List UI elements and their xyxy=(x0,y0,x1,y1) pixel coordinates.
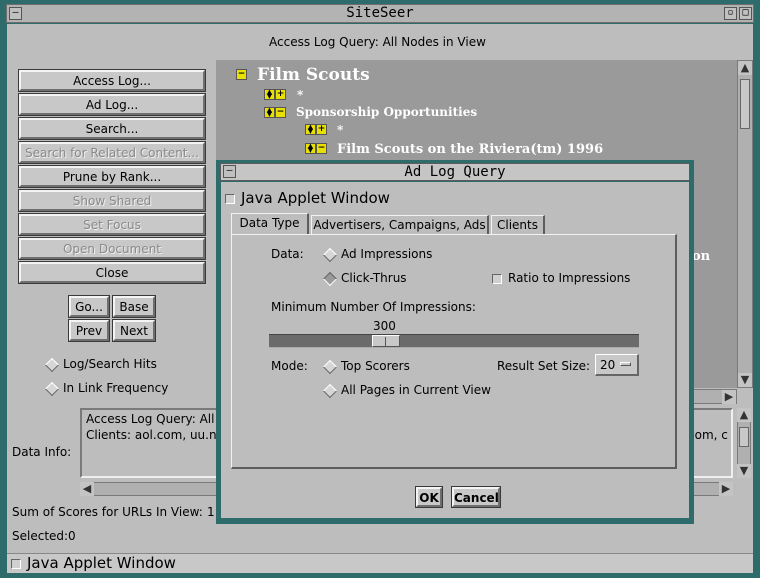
sort-arrows-icon[interactable]: ▲ ▼ xyxy=(264,107,275,118)
open-document-button[interactable]: Open Document xyxy=(18,237,206,260)
search-related-content-button[interactable]: Search for Related Content... xyxy=(18,141,206,164)
tree-node-sponsorship[interactable]: Sponsorship Opportunities xyxy=(296,105,477,119)
prev-button[interactable]: Prev xyxy=(68,319,110,342)
maximize-button[interactable]: □ xyxy=(739,7,752,20)
next-button[interactable]: Next xyxy=(112,319,156,342)
dialog-body: Java Applet Window Data Type Advertisers… xyxy=(221,182,689,518)
dialog-menu-button[interactable]: – xyxy=(223,165,236,178)
in-link-frequency-radio[interactable]: In Link Frequency xyxy=(44,381,168,396)
radio-diamond-selected-icon xyxy=(322,271,338,286)
slider-value: 300 xyxy=(373,319,396,333)
min-impressions-label: Minimum Number Of Impressions: xyxy=(271,300,476,314)
scroll-down-icon[interactable]: ▼ xyxy=(738,373,752,387)
go-button[interactable]: Go... xyxy=(68,295,110,318)
selected-label: Selected: xyxy=(12,529,69,543)
radio-diamond-icon xyxy=(44,381,60,396)
result-set-size-label: Result Set Size: xyxy=(497,359,591,373)
collapse-icon[interactable]: − xyxy=(316,143,327,154)
all-pages-radio[interactable]: All Pages in Current View xyxy=(322,383,491,398)
ad-log-query-dialog: – Ad Log Query Java Applet Window Data T… xyxy=(216,160,694,524)
cancel-button[interactable]: Cancel xyxy=(451,486,501,508)
sum-scores-label: Sum of Scores for URLs In View: xyxy=(12,505,203,519)
page-title: Access Log Query: All Nodes in View xyxy=(269,35,486,49)
top-scorers-radio[interactable]: Top Scorers xyxy=(322,359,410,374)
collapse-icon[interactable]: − xyxy=(236,69,247,80)
radio-diamond-icon xyxy=(44,357,60,372)
sort-arrows-icon[interactable]: ▲ ▼ xyxy=(305,124,316,135)
close-button[interactable]: Close xyxy=(18,261,206,284)
radio-diamond-icon xyxy=(322,359,338,374)
base-button[interactable]: Base xyxy=(112,295,156,318)
show-shared-button[interactable]: Show Shared xyxy=(18,189,206,212)
tab-advertisers[interactable]: Advertisers, Campaigns, Ads xyxy=(311,215,489,236)
scroll-thumb[interactable] xyxy=(739,427,749,447)
sum-scores-value: 1 xyxy=(207,505,215,519)
scroll-right-icon[interactable]: ▶ xyxy=(722,390,736,404)
set-focus-button[interactable]: Set Focus xyxy=(18,213,206,236)
tree-root-node[interactable]: Film Scouts xyxy=(257,65,370,85)
expand-icon[interactable]: + xyxy=(275,89,286,100)
applet-indicator-icon xyxy=(11,558,21,569)
result-set-size-value: 20 xyxy=(600,358,616,372)
ratio-to-impressions-checkbox[interactable]: Ratio to Impressions xyxy=(492,271,630,285)
scroll-thumb[interactable] xyxy=(740,79,750,129)
scroll-up-icon[interactable]: ▲ xyxy=(737,408,751,422)
click-thrus-radio[interactable]: Click-Thrus xyxy=(322,271,407,286)
scroll-left-icon[interactable]: ◀ xyxy=(80,482,94,496)
search-button[interactable]: Search... xyxy=(18,117,206,140)
scroll-right-icon[interactable]: ▶ xyxy=(719,482,733,496)
data-info-line2: Clients: aol.com, uu.ne xyxy=(86,428,224,442)
tree-node-star[interactable]: * xyxy=(337,123,343,137)
prune-by-rank-button[interactable]: Prune by Rank... xyxy=(18,165,206,188)
selected-value: 0 xyxy=(68,529,76,543)
applet-window-label: Java Applet Window xyxy=(225,189,390,207)
tree-node-riviera[interactable]: Film Scouts on the Riviera(tm) 1996 xyxy=(337,142,603,157)
data-info-line1: Access Log Query: All xyxy=(86,412,215,426)
sort-arrows-icon[interactable]: ▲ ▼ xyxy=(305,143,316,154)
window-title: SiteSeer xyxy=(346,5,414,21)
status-bar: Java Applet Window xyxy=(7,553,753,573)
sort-arrows-icon[interactable]: ▲ ▼ xyxy=(264,89,275,100)
tree-node-star[interactable]: * xyxy=(297,88,303,102)
tab-clients[interactable]: Clients xyxy=(491,215,545,236)
checkbox-icon xyxy=(492,273,502,284)
data-info-label: Data Info: xyxy=(12,445,72,459)
collapse-icon[interactable]: − xyxy=(275,107,286,118)
expand-icon[interactable]: + xyxy=(316,124,327,135)
minimize-button[interactable]: ▫ xyxy=(724,7,737,20)
tree-vertical-scrollbar[interactable]: ▲ ▼ xyxy=(737,60,753,388)
dialog-title: Ad Log Query xyxy=(404,164,506,180)
mode-label: Mode: xyxy=(271,359,308,373)
dialog-titlebar[interactable]: – Ad Log Query xyxy=(220,163,690,181)
radio-diamond-icon xyxy=(322,247,338,262)
window-menu-button[interactable]: – xyxy=(9,7,22,20)
tab-bar: Data Type Advertisers, Campaigns, Ads Cl… xyxy=(231,213,677,236)
ok-button[interactable]: OK xyxy=(415,486,443,508)
data-type-pane: Data: Ad Impressions Click-Thrus Ratio t… xyxy=(231,234,677,469)
radio-diamond-icon xyxy=(322,383,338,398)
ad-impressions-radio[interactable]: Ad Impressions xyxy=(322,247,432,262)
scroll-up-icon[interactable]: ▲ xyxy=(738,61,752,75)
scroll-down-icon[interactable]: ▼ xyxy=(737,464,751,478)
min-impressions-slider[interactable] xyxy=(269,334,639,348)
result-set-size-select[interactable]: 20 xyxy=(595,354,639,376)
data-info-vertical-scrollbar[interactable]: ▲ ▼ xyxy=(737,408,751,478)
tree-node-partial[interactable]: on xyxy=(692,249,710,264)
tab-data-type[interactable]: Data Type xyxy=(231,213,309,236)
applet-indicator-icon xyxy=(225,193,235,204)
dropdown-indicator-icon xyxy=(620,362,631,366)
window-titlebar[interactable]: – SiteSeer ▫ □ xyxy=(6,4,754,23)
ad-log-button[interactable]: Ad Log... xyxy=(18,93,206,116)
access-log-button[interactable]: Access Log... xyxy=(18,69,206,92)
slider-thumb[interactable] xyxy=(372,335,400,347)
log-search-hits-radio[interactable]: Log/Search Hits xyxy=(44,357,157,372)
data-label: Data: xyxy=(271,247,304,261)
